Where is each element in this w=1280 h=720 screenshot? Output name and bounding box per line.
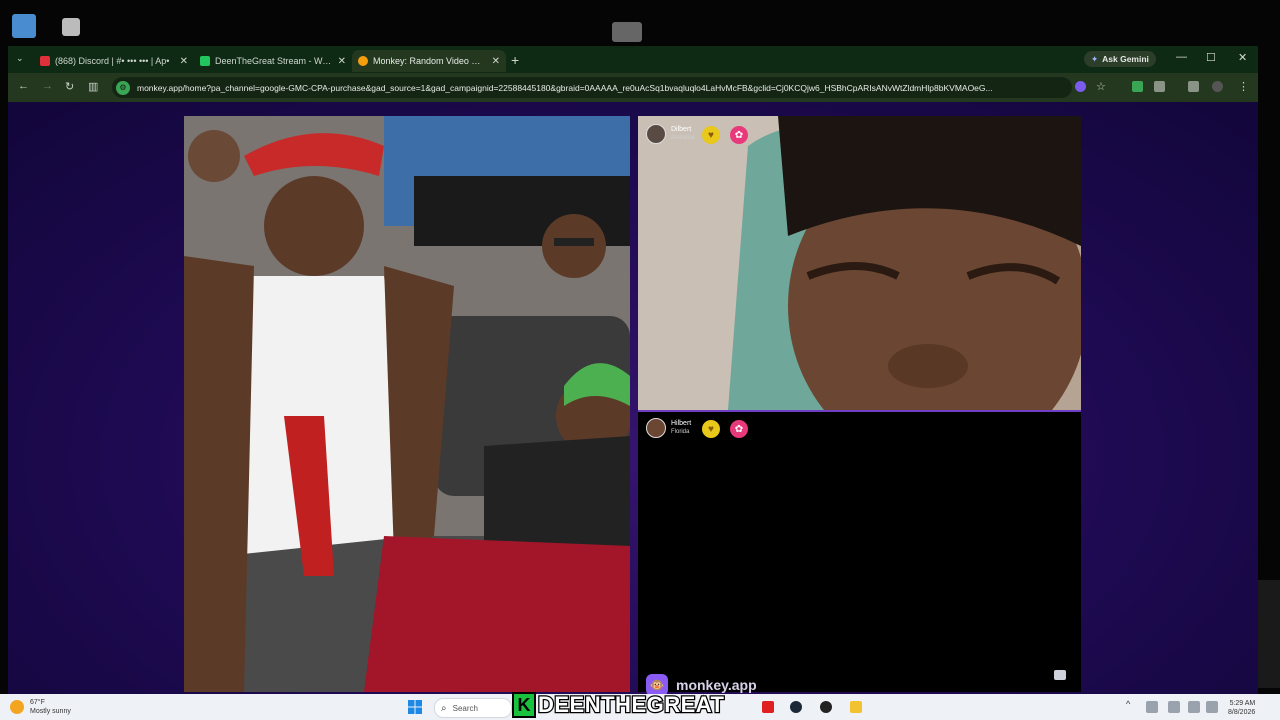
back-arrow-icon[interactable]: ← [18, 80, 29, 92]
monkey-app-page: Dilbert Alabama ♥ ✿ Hilbert Florida ♥ ✿ … [8, 102, 1258, 694]
monkey-brand: 🐵 monkey.app [646, 674, 757, 694]
gemini-icon: ✦ [1091, 53, 1099, 64]
tab-monkey[interactable]: Monkey: Random Video Ch• ✕ [352, 50, 506, 72]
remote-peer-video: Dilbert Alabama ♥ ✿ [638, 116, 1081, 412]
site-info-icon[interactable]: ⚙ [116, 80, 130, 95]
extension-monkey-icon[interactable] [1075, 81, 1086, 92]
desktop-shortcut-icon[interactable] [612, 22, 642, 42]
self-user-name-block: Hilbert Florida [671, 420, 691, 436]
weather-text: 67°F Mostly sunny [30, 698, 71, 716]
ask-gemini-button[interactable]: ✦ Ask Gemini [1084, 51, 1156, 67]
windows-start-icon[interactable] [408, 700, 422, 714]
desktop-app-icon[interactable] [62, 18, 80, 36]
gift-badge-icon[interactable]: ✿ [730, 126, 748, 144]
monkey-favicon-icon [358, 56, 368, 66]
network-icon[interactable] [1146, 701, 1158, 713]
search-icon: ⌕ [441, 702, 447, 714]
volume-icon[interactable] [1206, 701, 1218, 713]
minimize-button[interactable]: — [1176, 51, 1187, 63]
profile-avatar[interactable] [1212, 81, 1223, 92]
taskbar-search-box[interactable]: ⌕ Search [434, 698, 512, 718]
monkey-logo-icon: 🐵 [646, 674, 668, 694]
remote-video-illustration [638, 116, 1081, 410]
display-icon[interactable] [1188, 701, 1200, 713]
new-tab-button[interactable]: + [511, 52, 519, 68]
menu-kebab-icon[interactable]: ⋮ [1238, 80, 1249, 93]
tab-label: (868) Discord | #• ••• ••• | Ap• [55, 56, 170, 66]
steam-app-icon[interactable] [790, 701, 802, 713]
tab-deenthegreat-stream[interactable]: DeenTheGreat Stream - Watc• ✕ [194, 50, 352, 72]
weather-desc: Mostly sunny [30, 708, 71, 715]
kick-favicon-icon [200, 56, 210, 66]
microphone-icon[interactable] [1168, 701, 1180, 713]
remote-user-name-block: Dilbert Alabama [671, 126, 695, 142]
search-placeholder: Search [452, 703, 478, 713]
extension-icon[interactable] [1132, 81, 1143, 92]
forward-arrow-icon[interactable]: → [42, 80, 53, 92]
self-user-chip[interactable]: Hilbert Florida [646, 418, 691, 438]
close-window-button[interactable]: ✕ [1238, 51, 1247, 64]
clock-time: 5:29 AM [1229, 700, 1256, 707]
browser-window: ⌄ (868) Discord | #• ••• ••• | Ap• ✕ Dee… [8, 46, 1258, 694]
self-user-location: Florida [671, 429, 690, 435]
url-text[interactable]: monkey.app/home?pa_channel=google-GMC-CP… [137, 83, 1047, 93]
tab-label: DeenTheGreat Stream - Watc• [215, 56, 332, 66]
sidebar-toggle-icon[interactable]: ▥ [88, 80, 98, 93]
watermark-text: DEENTHEGREAT [537, 691, 725, 719]
avatar [646, 124, 666, 144]
weather-widget[interactable]: 67°F Mostly sunny [10, 698, 71, 716]
avatar [646, 418, 666, 438]
remote-user-chip[interactable]: Dilbert Alabama [646, 124, 695, 144]
ask-gemini-label: Ask Gemini [1102, 54, 1149, 64]
show-hidden-icons-chevron-icon[interactable]: ^ [1126, 699, 1130, 709]
caption-toggle-icon[interactable] [1054, 670, 1066, 680]
youtube-app-icon[interactable] [762, 701, 774, 713]
obs-app-icon[interactable] [820, 701, 832, 713]
clock-date: 8/8/2026 [1228, 709, 1256, 716]
weather-temp: 67°F [30, 699, 45, 706]
bookmark-star-icon[interactable]: ☆ [1096, 80, 1106, 93]
reload-icon[interactable]: ↻ [65, 80, 74, 93]
streamer-watermark: K DEENTHEGREAT [512, 691, 725, 719]
kick-logo-icon: K [512, 692, 536, 718]
gift-badge-icon[interactable]: ✿ [730, 420, 748, 438]
remote-user-name: Dilbert [671, 126, 692, 133]
cast-icon[interactable] [1188, 81, 1199, 92]
self-video-preview: Hilbert Florida ♥ ✿ 🐵 monkey.app [638, 412, 1081, 694]
sun-icon [10, 700, 24, 714]
streamer-video-feed [184, 116, 630, 692]
tab-search-icon[interactable]: ⌄ [16, 53, 24, 64]
tab-strip: ⌄ (868) Discord | #• ••• ••• | Ap• ✕ Dee… [8, 46, 1258, 73]
discord-favicon-icon [40, 56, 50, 66]
tab-close-icon[interactable]: ✕ [492, 56, 500, 67]
side-panel-edge [1258, 580, 1280, 688]
recycle-bin-icon[interactable] [12, 14, 36, 38]
file-explorer-icon[interactable] [850, 701, 862, 713]
remote-user-location: Alabama [671, 135, 695, 141]
video-frame-illustration [184, 116, 630, 692]
browser-toolbar: ← → ↻ ▥ ⚙ monkey.app/home?pa_channel=goo… [8, 73, 1258, 102]
system-clock[interactable]: 5:29 AM 8/8/2026 [1228, 699, 1255, 717]
address-bar[interactable]: ⚙ monkey.app/home?pa_channel=google-GMC-… [112, 77, 1072, 98]
self-user-name: Hilbert [671, 420, 692, 427]
extensions-puzzle-icon[interactable] [1154, 81, 1165, 92]
tab-label: Monkey: Random Video Ch• [373, 56, 486, 66]
tab-close-icon[interactable]: ✕ [338, 56, 346, 67]
brand-name: monkey.app [676, 677, 757, 693]
heart-badge-icon[interactable]: ♥ [702, 126, 720, 144]
heart-badge-icon[interactable]: ♥ [702, 420, 720, 438]
tab-discord[interactable]: (868) Discord | #• ••• ••• | Ap• ✕ [34, 50, 194, 72]
tab-close-icon[interactable]: ✕ [180, 56, 188, 67]
maximize-button[interactable]: ☐ [1206, 51, 1216, 64]
